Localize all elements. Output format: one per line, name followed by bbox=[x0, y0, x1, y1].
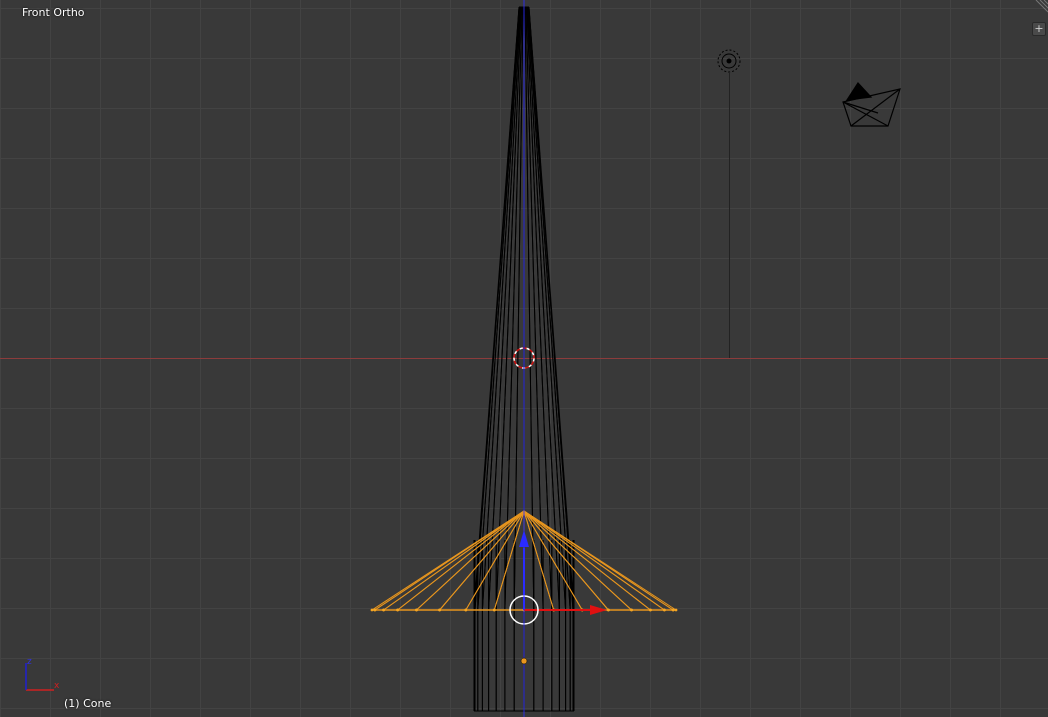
3d-viewport[interactable]: Front Ortho (1) Cone + x z bbox=[0, 0, 1048, 717]
axis-z-label: z bbox=[27, 657, 32, 667]
axis-gizmo: x z bbox=[25, 657, 60, 691]
area-split-corner-icon[interactable] bbox=[1034, 0, 1048, 14]
axis-x-label: x bbox=[54, 681, 60, 691]
origin-point-icon bbox=[520, 657, 528, 665]
view-name-label: Front Ortho bbox=[22, 6, 85, 19]
viewport-canvas[interactable] bbox=[0, 0, 1048, 717]
active-object-label: (1) Cone bbox=[64, 697, 112, 710]
properties-toggle-button[interactable]: + bbox=[1032, 22, 1046, 36]
